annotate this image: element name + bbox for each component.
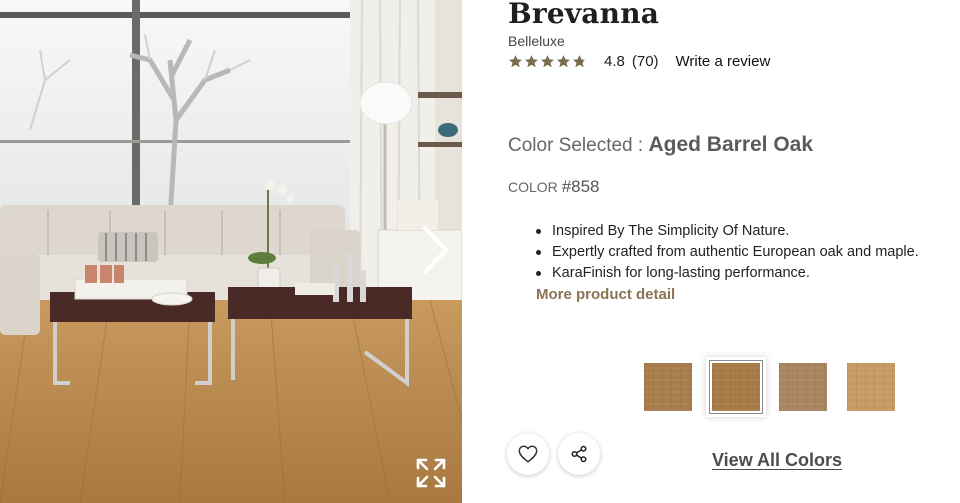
product-hero-image[interactable] (0, 0, 462, 503)
star-half-icon (572, 54, 587, 67)
feature-item: KaraFinish for long-lasting performance. (535, 263, 960, 284)
star-icon (556, 54, 571, 67)
next-image-button[interactable] (418, 222, 454, 278)
star-rating[interactable] (508, 54, 587, 69)
rating-row: 4.8 (70) Write a review (508, 51, 770, 71)
color-swatch[interactable] (644, 363, 692, 411)
share-icon (571, 445, 587, 463)
color-code-label: COLOR (508, 179, 558, 195)
star-icon (524, 54, 539, 67)
feature-list: Inspired By The Simplicity Of Nature. Ex… (535, 221, 960, 284)
rating-value: 4.8 (604, 52, 625, 70)
write-review-link[interactable]: Write a review (676, 53, 771, 70)
heart-icon (518, 445, 538, 463)
color-swatch[interactable] (779, 363, 827, 411)
feature-item: Expertly crafted from authentic European… (535, 242, 960, 263)
color-code: COLOR #858 (508, 177, 600, 197)
more-product-detail-link[interactable]: More product detail (536, 286, 675, 303)
star-icon (540, 54, 555, 67)
room-scene-illustration (0, 0, 462, 503)
product-title: Brevanna (508, 0, 660, 30)
feature-item: Inspired By The Simplicity Of Nature. (535, 221, 960, 242)
product-brand[interactable]: Belleluxe (508, 33, 565, 49)
color-swatch[interactable] (847, 363, 895, 411)
review-count[interactable]: (70) (632, 53, 659, 70)
color-code-value: #858 (561, 177, 600, 196)
view-all-colors-link[interactable]: View All Colors (712, 450, 842, 471)
favorite-button[interactable] (507, 433, 549, 475)
expand-icon (416, 458, 446, 488)
expand-image-button[interactable] (414, 456, 448, 490)
star-icon (508, 54, 523, 67)
share-button[interactable] (558, 433, 600, 475)
color-selected-label: Color Selected : (508, 135, 644, 156)
color-swatch[interactable] (709, 360, 763, 414)
color-selected-value: Aged Barrel Oak (648, 133, 814, 156)
color-selected: Color Selected : Aged Barrel Oak (508, 131, 813, 160)
chevron-right-icon (423, 226, 448, 274)
